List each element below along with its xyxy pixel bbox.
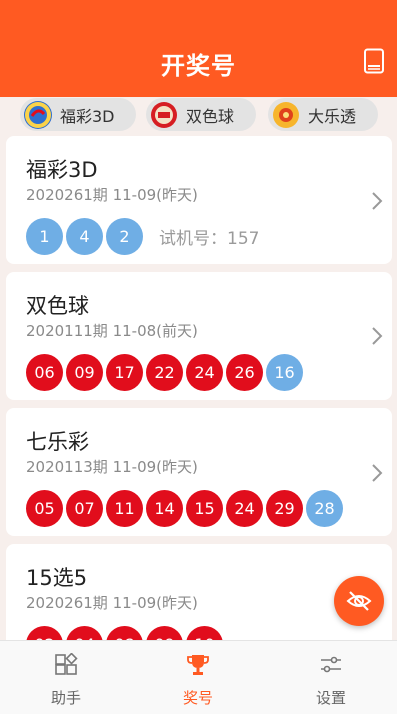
ball-row: 06 09 17 22 24 26 16: [26, 354, 306, 391]
red-ball: 06: [26, 354, 63, 391]
daletou-logo: [272, 101, 300, 129]
results-list: 福彩3D 2020261期 11-09(昨天) 1 4 2 试机号：157 双色…: [0, 135, 397, 640]
shuangseqiu-logo: [150, 101, 178, 129]
eye-off-icon: [346, 591, 372, 611]
card-subtitle: 2020113期 11-09(昨天): [26, 458, 198, 476]
book-icon[interactable]: [363, 48, 385, 74]
card-title: 双色球: [26, 294, 89, 318]
card-subtitle: 2020111期 11-08(前天): [26, 322, 198, 340]
card-title: 15选5: [26, 566, 88, 590]
red-ball: 05: [26, 490, 63, 527]
result-card-qilecai[interactable]: 七乐彩 2020113期 11-09(昨天) 05 07 11 14 15 24…: [6, 408, 392, 536]
red-ball: 07: [66, 490, 103, 527]
result-card-15xuan5[interactable]: 15选5 2020261期 11-09(昨天) 02 04 08 09 10: [6, 544, 392, 640]
ball-row: 05 07 11 14 15 24 29 28: [26, 490, 346, 527]
tab-prize-numbers[interactable]: 奖号: [132, 641, 264, 714]
chip-fucai-3d[interactable]: 福彩3D: [20, 98, 136, 131]
red-ball: 24: [186, 354, 223, 391]
chip-daletou[interactable]: 大乐透: [268, 98, 378, 131]
lottery-chips: 福彩3D 双色球 大乐透: [0, 97, 397, 135]
tab-assistant[interactable]: 助手: [0, 641, 132, 714]
trial-number: 试机号：157: [159, 229, 260, 249]
sliders-icon: [321, 656, 341, 673]
red-ball: 26: [226, 354, 263, 391]
fucai-3d-logo: [24, 100, 52, 129]
result-card-fucai-3d[interactable]: 福彩3D 2020261期 11-09(昨天) 1 4 2 试机号：157: [6, 136, 392, 264]
ball-row: 1 4 2 试机号：157: [26, 218, 259, 255]
chevron-right-icon: [372, 464, 383, 482]
blue-ball: 4: [66, 218, 103, 255]
toggle-visibility-button[interactable]: [334, 576, 384, 626]
red-ball: 08: [106, 626, 143, 640]
tab-settings[interactable]: 设置: [265, 641, 397, 714]
card-title: 七乐彩: [26, 430, 89, 454]
widgets-icon: [55, 653, 78, 675]
red-ball: 22: [146, 354, 183, 391]
page-title: 开奖号: [161, 52, 236, 80]
card-subtitle: 2020261期 11-09(昨天): [26, 594, 198, 612]
red-ball: 09: [146, 626, 183, 640]
red-ball: 10: [186, 626, 223, 640]
red-ball: 11: [106, 490, 143, 527]
card-subtitle: 2020261期 11-09(昨天): [26, 186, 198, 204]
blue-ball: 2: [106, 218, 143, 255]
red-ball: 29: [266, 490, 303, 527]
red-ball: 15: [186, 490, 223, 527]
red-ball: 24: [226, 490, 263, 527]
trophy-icon: [187, 655, 209, 675]
red-ball: 02: [26, 626, 63, 640]
chevron-right-icon: [372, 192, 383, 210]
app-header: 开奖号: [0, 0, 397, 97]
blue-ball: 1: [26, 218, 63, 255]
card-title: 福彩3D: [26, 158, 98, 182]
red-ball: 04: [66, 626, 103, 640]
chip-shuangseqiu[interactable]: 双色球: [146, 98, 256, 131]
red-ball: 17: [106, 354, 143, 391]
red-ball: 09: [66, 354, 103, 391]
blue-ball: 28: [306, 490, 343, 527]
red-ball: 14: [146, 490, 183, 527]
blue-ball: 16: [266, 354, 303, 391]
chevron-right-icon: [372, 327, 383, 345]
bottom-tab-bar: 助手 奖号 设置: [0, 640, 397, 714]
ball-row: 02 04 08 09 10: [26, 626, 226, 640]
result-card-shuangseqiu[interactable]: 双色球 2020111期 11-08(前天) 06 09 17 22 24 26…: [6, 272, 392, 400]
